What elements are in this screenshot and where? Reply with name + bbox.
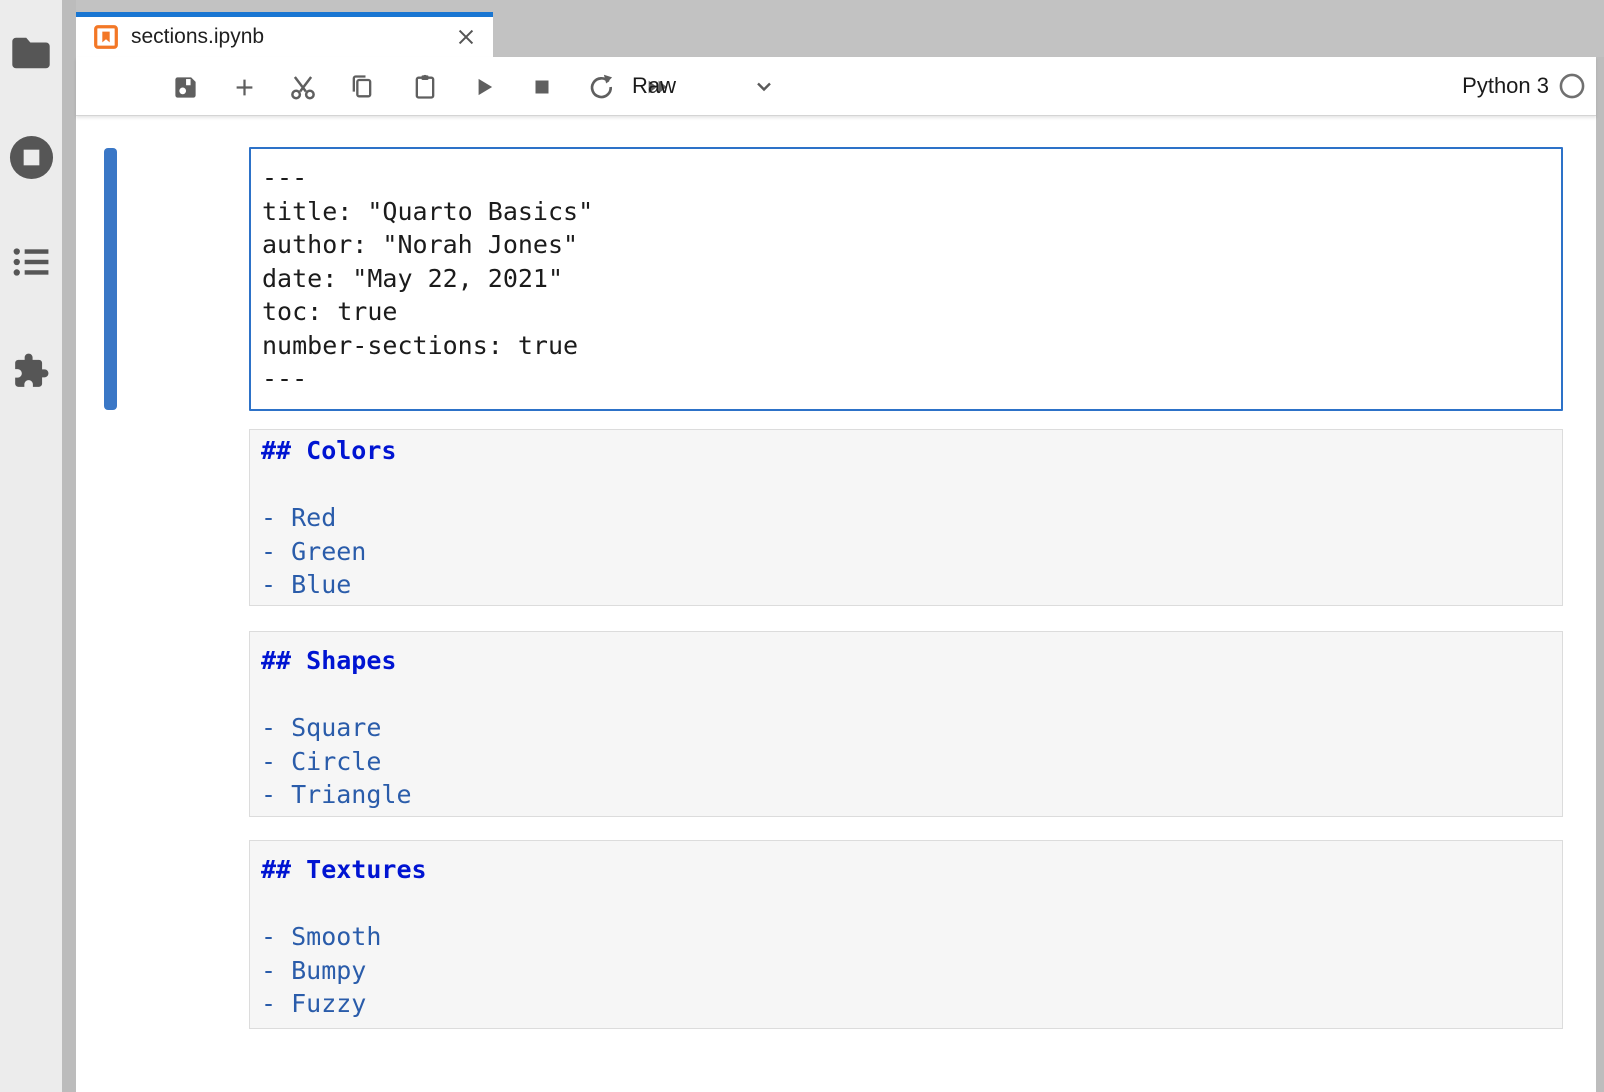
stop-icon[interactable]	[526, 71, 558, 103]
tab-title: sections.ipynb	[131, 25, 453, 49]
code-line: title: "Quarto Basics"	[262, 195, 1561, 229]
code-line: date: "May 22, 2021"	[262, 262, 1561, 296]
md-list-item: - Green	[261, 535, 1562, 569]
restart-kernel-icon[interactable]	[585, 71, 617, 103]
md-list-item: - Bumpy	[261, 954, 1562, 988]
sidebar-divider	[62, 0, 76, 1092]
code-line: ---	[262, 161, 1561, 195]
md-header: ## Colors	[261, 434, 1562, 468]
extensions-icon[interactable]	[0, 352, 62, 390]
md-list-item: - Red	[261, 501, 1562, 535]
md-list-item: - Smooth	[261, 920, 1562, 954]
md-blank-line	[261, 468, 1562, 502]
md-list-item: - Fuzzy	[261, 987, 1562, 1021]
tab-close-icon[interactable]	[453, 24, 479, 50]
md-blank-line	[261, 887, 1562, 921]
save-button[interactable]	[169, 71, 201, 103]
markdown-cell-textures[interactable]: ## Textures - Smooth - Bumpy - Fuzzy	[249, 840, 1563, 1029]
kernel-indicator: Python 3	[1462, 57, 1586, 115]
code-line: number-sections: true	[262, 329, 1561, 363]
left-sidebar	[0, 0, 62, 1092]
file-browser-icon[interactable]	[0, 36, 62, 70]
md-list-item: - Blue	[261, 568, 1562, 602]
chevron-down-icon	[752, 74, 776, 98]
tab-bar: sections.ipynb	[76, 0, 1604, 57]
insert-cell-icon[interactable]	[228, 71, 260, 103]
kernel-status-icon[interactable]	[1558, 72, 1586, 100]
tab-sections-ipynb[interactable]: sections.ipynb	[76, 12, 493, 57]
cut-icon[interactable]	[287, 71, 319, 103]
active-cell-collapser[interactable]	[104, 148, 117, 410]
kernel-name[interactable]: Python 3	[1462, 73, 1549, 99]
cell-type-value: Raw	[632, 73, 676, 99]
running-sessions-icon[interactable]	[0, 134, 62, 181]
md-list-item: - Triangle	[261, 778, 1562, 812]
notebook-toolbar: Raw Python 3	[76, 57, 1596, 116]
md-blank-line	[261, 678, 1562, 712]
paste-icon[interactable]	[409, 71, 441, 103]
raw-cell-yaml-frontmatter[interactable]: --- title: "Quarto Basics" author: "Nora…	[249, 147, 1563, 411]
markdown-cell-shapes[interactable]: ## Shapes - Square - Circle - Triangle	[249, 631, 1563, 817]
code-line: ---	[262, 362, 1561, 396]
table-of-contents-icon[interactable]	[0, 246, 62, 278]
run-icon[interactable]	[468, 71, 500, 103]
jupyterlab-window: sections.ipynb	[0, 0, 1604, 1092]
markdown-cell-colors[interactable]: ## Colors - Red - Green - Blue	[249, 429, 1563, 606]
code-line: toc: true	[262, 295, 1561, 329]
md-list-item: - Square	[261, 711, 1562, 745]
notebook-icon	[93, 24, 119, 50]
copy-icon[interactable]	[346, 71, 378, 103]
cell-type-select[interactable]: Raw	[632, 57, 776, 115]
md-header: ## Textures	[261, 853, 1562, 887]
md-header: ## Shapes	[261, 644, 1562, 678]
code-line: author: "Norah Jones"	[262, 228, 1561, 262]
notebook-area: --- title: "Quarto Basics" author: "Nora…	[76, 116, 1596, 1092]
md-list-item: - Circle	[261, 745, 1562, 779]
right-gutter	[1596, 57, 1604, 1092]
